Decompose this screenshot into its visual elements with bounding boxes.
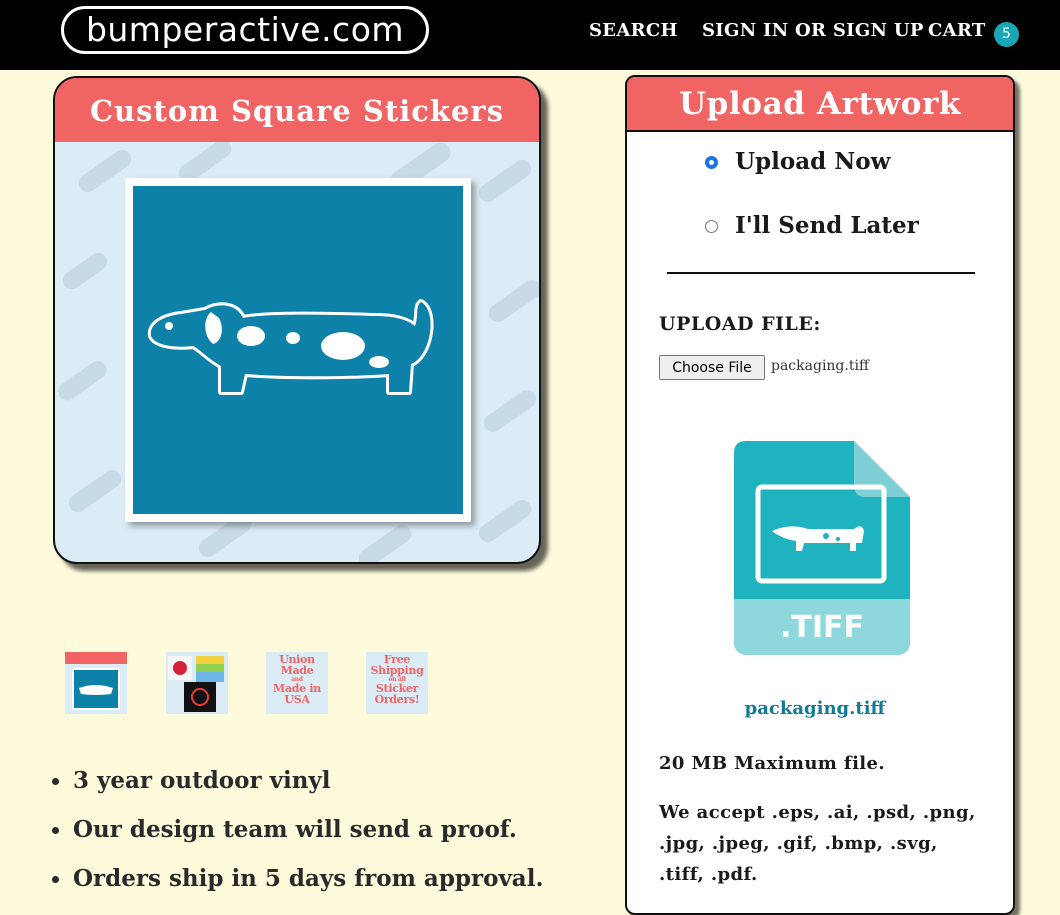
thumb-free-shipping-text: Free Shipping on all Sticker Orders! [370, 653, 424, 706]
thumb-sticker-samples [168, 656, 224, 712]
tiff-file-icon: .TIFF [734, 441, 910, 655]
upload-now-radio[interactable] [705, 156, 718, 169]
chosen-file-name: packaging.tiff [771, 358, 869, 374]
nav-signin-link[interactable]: SIGN IN OR SIGN UP [702, 20, 924, 41]
accepted-formats-note: We accept .eps, .ai, .psd, .png, .jpg, .… [659, 802, 976, 885]
upload-panel-title: Upload Artwork [627, 77, 1013, 132]
upload-file-label: UPLOAD FILE: [659, 313, 821, 335]
thumb-square-sticker [65, 652, 127, 710]
nav-search-link[interactable]: SEARCH [589, 20, 678, 41]
top-bar: bumperactive.com SEARCH SIGN IN OR SIGN … [0, 0, 1060, 70]
thumbnail-2[interactable] [166, 652, 228, 714]
nav-cart-link[interactable]: CART [928, 20, 986, 41]
sticker-artwork [133, 186, 463, 514]
thumbnail-1[interactable] [65, 652, 127, 714]
divider [667, 272, 975, 274]
send-later-label[interactable]: I'll Send Later [735, 211, 919, 241]
site-logo[interactable]: bumperactive.com [61, 6, 429, 54]
product-image[interactable]: Custom Square Stickers [53, 76, 541, 564]
upload-artwork-panel: Upload Artwork Upload Now I'll Send Late… [625, 75, 1015, 915]
sticker-preview [125, 178, 471, 522]
feature-item: Our design team will send a proof. [50, 814, 543, 863]
thumbnail-4[interactable]: Free Shipping on all Sticker Orders! [366, 652, 428, 714]
thumbnail-3[interactable]: Union Made and Made in USA [266, 652, 328, 714]
dachshund-graphic [147, 299, 434, 395]
upload-now-label[interactable]: Upload Now [735, 147, 890, 177]
feature-item: 3 year outdoor vinyl [50, 765, 543, 814]
send-later-radio[interactable] [705, 220, 718, 233]
thumb-union-made-text: Union Made and Made in USA [273, 653, 321, 706]
max-file-size-note: 20 MB Maximum file. [659, 753, 886, 774]
cart-count-badge[interactable]: 5 [994, 22, 1019, 47]
feature-list: 3 year outdoor vinyl Our design team wil… [50, 765, 543, 912]
product-image-title: Custom Square Stickers [55, 78, 539, 142]
uploaded-file-link[interactable]: packaging.tiff [627, 698, 1003, 719]
feature-item: Orders ship in 5 days from approval. [50, 863, 543, 912]
choose-file-button[interactable]: Choose File [659, 355, 765, 380]
svg-text:.TIFF: .TIFF [780, 610, 864, 645]
